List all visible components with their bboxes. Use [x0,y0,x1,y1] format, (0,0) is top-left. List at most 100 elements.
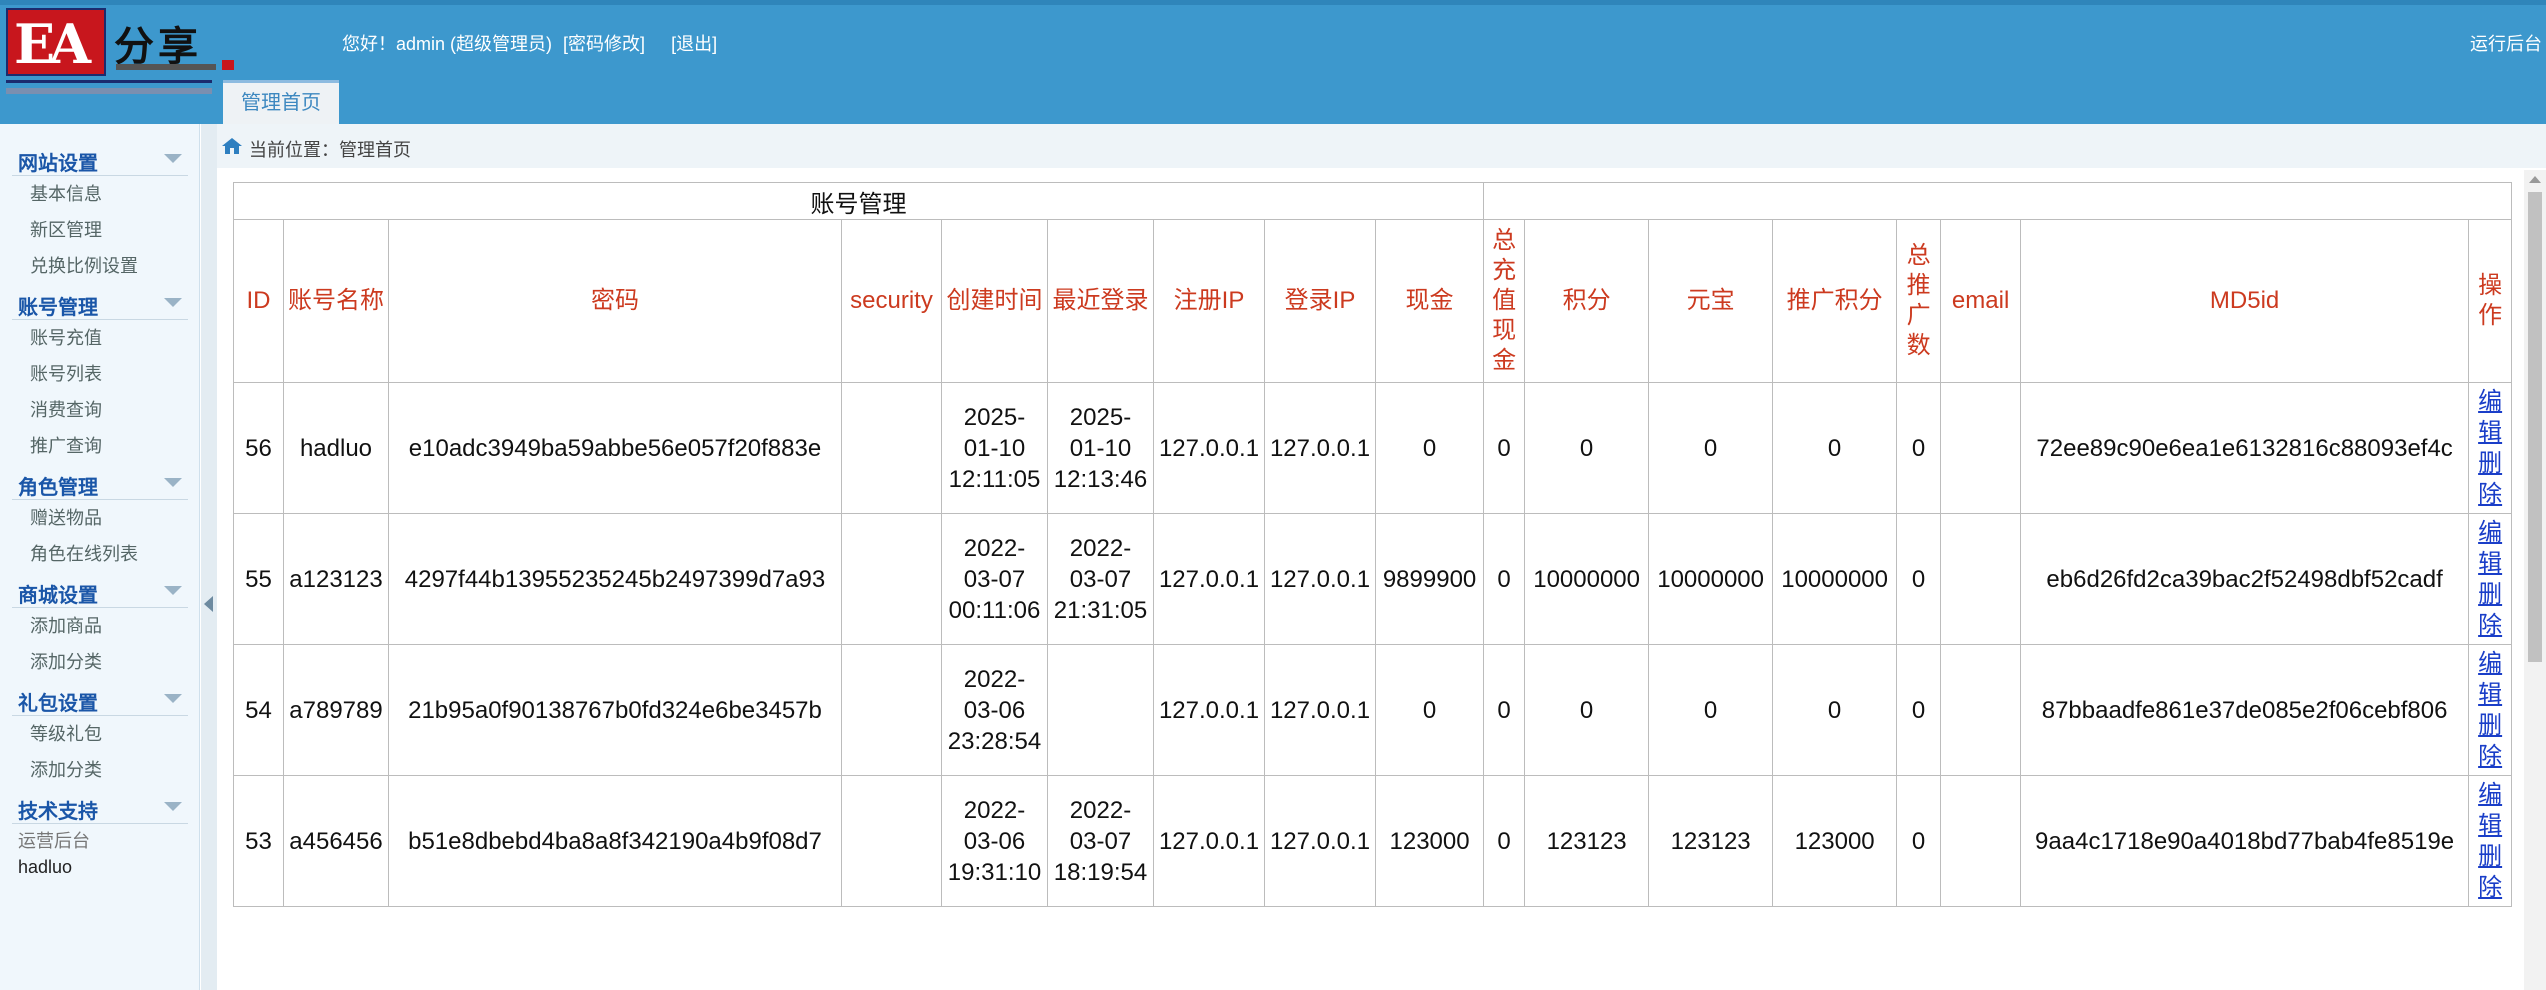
sidebar-item-level-pack[interactable]: 等级礼包 [0,716,199,752]
col-header-actions: 操作 [2468,219,2513,383]
section-title: 商城设置 [18,583,98,607]
logout-link[interactable]: [退出] [671,34,717,54]
logo-mark: EA [6,8,106,76]
col-header-account-name: 账号名称 [283,219,389,383]
cell-login-ip: 127.0.0.1 [1264,513,1376,645]
cell-created: 2025- 01-10 12:11:05 [941,382,1048,514]
sidebar-item-add-pack-category[interactable]: 添加分类 [0,752,199,788]
cell-actions: 编辑 删除 [2468,513,2513,645]
tab-home[interactable]: 管理首页 [223,80,339,124]
cell-total-recharge: 0 [1483,775,1526,907]
table-title: 账号管理 [232,182,1485,220]
edit-link[interactable]: 编辑 [2469,648,2511,710]
user-greeting-bar: 您好！admin (超级管理员) [密码修改] [退出] [342,30,717,56]
cell-yuanbao: 0 [1648,644,1774,776]
cell-security [841,382,942,514]
col-header-created: 创建时间 [941,219,1048,383]
cell-yuanbao: 10000000 [1648,513,1774,645]
ops-backend-link[interactable]: 运行后台 [2470,30,2542,56]
scroll-up-icon[interactable] [2529,176,2541,183]
sidebar-item-add-category[interactable]: 添加分类 [0,644,199,680]
date-part: 03-07 [1069,827,1132,855]
sidebar-section-account[interactable]: 账号管理 [12,284,188,320]
date-part: 2025- [1069,403,1132,431]
cell-md5id: 9aa4c1718e90a4018bd77bab4fe8519e [2020,775,2470,907]
header-top-rule [0,0,2546,5]
edit-link[interactable]: 编辑 [2469,517,2511,579]
logo-baseline [6,88,212,94]
date-part: 2025- [963,403,1026,431]
cell-password: e10adc3949ba59abbe56e057f20f883e [388,382,842,514]
col-header-security: security [841,219,942,383]
delete-link[interactable]: 删除 [2469,579,2511,641]
cell-account-name: a456456 [283,775,389,907]
sidebar-item-online-roles[interactable]: 角色在线列表 [0,536,199,572]
sidebar-item-basic-info[interactable]: 基本信息 [0,176,199,212]
table-body: 56 hadluo e10adc3949ba59abbe56e057f20f883e… [233,382,2513,907]
sidebar-section-gift-pack[interactable]: 礼包设置 [12,680,188,716]
cell-last-login: 2022- 03-07 21:31:05 [1047,513,1154,645]
section-title: 礼包设置 [18,691,98,715]
cell-actions: 编辑 删除 [2468,775,2513,907]
logo-underline [6,80,212,83]
cell-security [841,644,942,776]
cell-yuanbao: 0 [1648,382,1774,514]
cell-id: 56 [233,382,284,514]
cell-security [841,513,942,645]
col-header-md5id: MD5id [2020,219,2470,383]
cell-reg-ip: 127.0.0.1 [1153,382,1265,514]
breadcrumb-text: 当前位置：管理首页 [249,140,411,160]
chevron-down-icon [164,298,182,307]
sidebar-item-new-zone[interactable]: 新区管理 [0,212,199,248]
sidebar-item-recharge[interactable]: 账号充值 [0,320,199,356]
account-table: 账号管理 ID 账号名称 密码 security 创建时间 最近登录 注册IP … [232,182,2513,907]
sidebar-section-shop[interactable]: 商城设置 [12,572,188,608]
cell-total-recharge: 0 [1483,644,1526,776]
col-header-points: 积分 [1524,219,1650,383]
cell-points: 10000000 [1524,513,1650,645]
delete-link[interactable]: 删除 [2469,710,2511,772]
cell-created: 2022- 03-07 00:11:06 [941,513,1048,645]
col-header-total-recharge: 总充值现金 [1483,219,1526,383]
sidebar-section-site-settings[interactable]: 网站设置 [12,140,188,176]
sidebar-item-add-product[interactable]: 添加商品 [0,608,199,644]
sidebar-item-exchange-ratio[interactable]: 兑换比例设置 [0,248,199,284]
cell-email [1940,513,2022,645]
cell-promo-count: 0 [1896,644,1942,776]
delete-link[interactable]: 删除 [2469,448,2511,510]
date-part: 03-07 [963,565,1026,593]
delete-link[interactable]: 删除 [2469,841,2511,903]
edit-link[interactable]: 编辑 [2469,779,2511,841]
cell-cash: 0 [1374,644,1485,776]
col-header-last-login: 最近登录 [1047,219,1154,383]
table-row: 56 hadluo e10adc3949ba59abbe56e057f20f883e… [233,382,2513,514]
cell-md5id: eb6d26fd2ca39bac2f52498dbf52cadf [2020,513,2470,645]
sidebar-section-support[interactable]: 技术支持 [12,788,188,824]
sidebar-item-account-list[interactable]: 账号列表 [0,356,199,392]
cell-login-ip: 127.0.0.1 [1264,775,1376,907]
sidebar-collapse-bar[interactable] [201,124,217,990]
chevron-down-icon [164,694,182,703]
section-title: 技术支持 [18,799,98,823]
cell-md5id: 72ee89c90e6ea1e6132816c88093ef4c [2020,382,2470,514]
cell-id: 53 [233,775,284,907]
sidebar-section-role[interactable]: 角色管理 [12,464,188,500]
col-header-promo-count: 总推广数 [1896,219,1942,383]
sidebar-item-gift-items[interactable]: 赠送物品 [0,500,199,536]
scroll-thumb[interactable] [2528,192,2542,662]
sidebar-footer-label: 运营后台 [18,831,90,851]
change-password-link[interactable]: [密码修改] [563,34,645,54]
cell-password: b51e8dbebd4ba8a8f342190a4b9f08d7 [388,775,842,907]
site-logo: EA 分享 [6,8,238,96]
cell-reg-ip: 127.0.0.1 [1153,644,1265,776]
logo-dot [222,60,234,70]
date-part: 21:31:05 [1053,596,1148,624]
cell-cash: 9899900 [1374,513,1485,645]
cell-total-recharge: 0 [1483,513,1526,645]
sidebar-item-promo-query[interactable]: 推广查询 [0,428,199,464]
edit-link[interactable]: 编辑 [2469,386,2511,448]
vertical-scrollbar[interactable] [2524,170,2546,990]
collapse-left-icon[interactable] [204,596,213,612]
sidebar-item-consume-query[interactable]: 消费查询 [0,392,199,428]
cell-cash: 123000 [1374,775,1485,907]
